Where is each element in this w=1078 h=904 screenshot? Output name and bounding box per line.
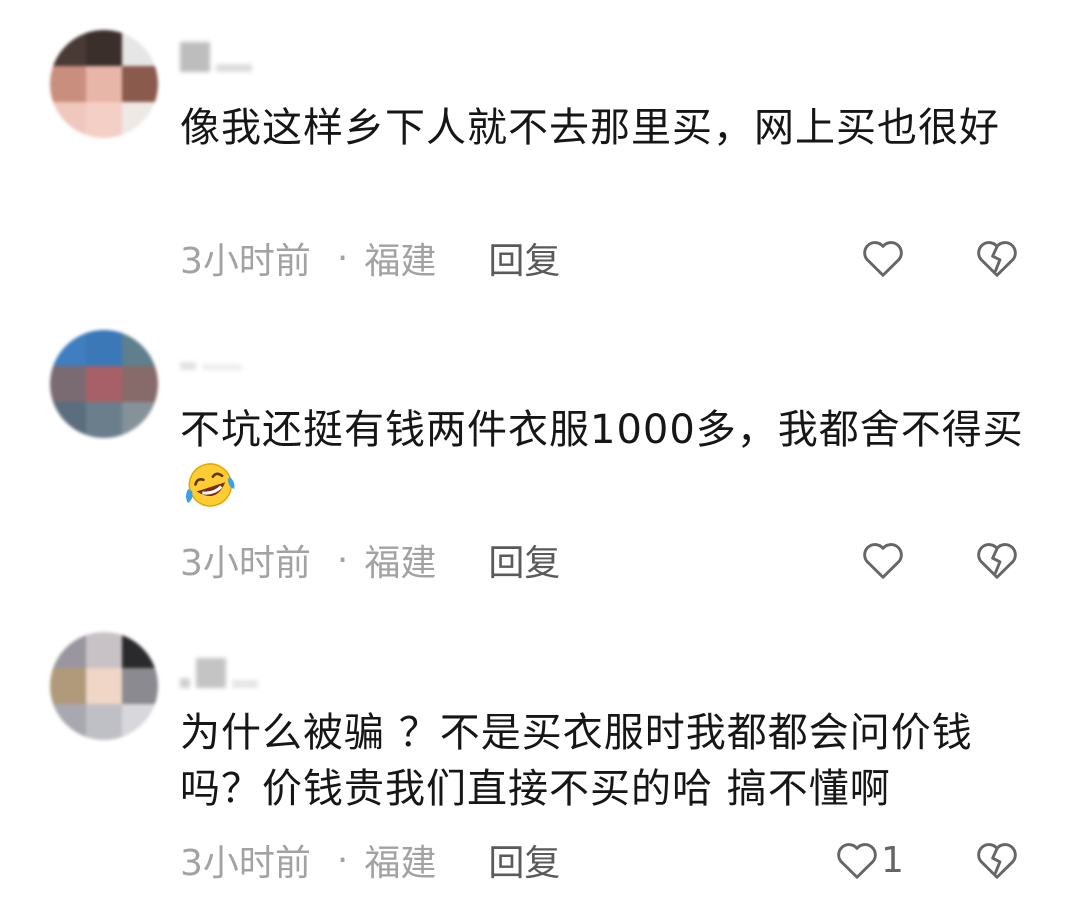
comment-meta: 3小时前 · 福建 回复: [180, 535, 560, 585]
broken-heart-outline-icon: [977, 543, 1017, 579]
comment-body: 为什么被骗 ？不是买衣服时我都都会问价钱吗？价钱贵我们直接不买的哈 搞不懂啊: [180, 710, 973, 812]
avatar[interactable]: [50, 632, 158, 740]
reply-button[interactable]: 回复: [488, 534, 560, 586]
avatar[interactable]: [50, 30, 158, 138]
broken-heart-outline-icon: [977, 843, 1017, 879]
comment-time: 3小时前: [180, 543, 311, 584]
avatar[interactable]: [50, 330, 158, 438]
broken-heart-outline-icon: [977, 241, 1017, 277]
comment-time: 3小时前: [180, 241, 311, 282]
comment-text: 像我这样乡下人就不去那里买，网上买也很好: [180, 100, 1030, 156]
comment-meta: 3小时前 · 福建 回复: [180, 233, 560, 283]
comment-location: 福建: [364, 543, 437, 584]
comment-time: 3小时前: [180, 843, 311, 884]
rolling-on-floor-laughing-emoji: [182, 459, 238, 524]
like-button[interactable]: 1: [835, 835, 904, 885]
reply-button[interactable]: 回复: [488, 232, 560, 284]
meta-separator: ·: [336, 237, 349, 279]
username-blurred[interactable]: [180, 648, 260, 688]
dislike-button[interactable]: [974, 535, 1020, 585]
comment-body: 像我这样乡下人就不去那里买，网上买也很好: [180, 105, 1000, 151]
comment-body: 不坑还挺有钱两件衣服1000多，我都舍不得买: [180, 407, 1024, 453]
comment-location: 福建: [364, 843, 437, 884]
comment-text: 为什么被骗 ？不是买衣服时我都都会问价钱吗？价钱贵我们直接不买的哈 搞不懂啊: [180, 705, 1030, 817]
comment-text: 不坑还挺有钱两件衣服1000多，我都舍不得买: [180, 402, 1030, 524]
username-blurred[interactable]: [180, 330, 260, 370]
dislike-button[interactable]: [974, 835, 1020, 885]
like-button[interactable]: [861, 535, 905, 585]
heart-outline-icon: [837, 843, 877, 879]
meta-separator: ·: [336, 839, 349, 881]
like-count: 1: [881, 839, 904, 881]
like-button[interactable]: [861, 233, 905, 283]
comment-location: 福建: [364, 241, 437, 282]
heart-outline-icon: [863, 241, 903, 277]
comment-meta: 3小时前 · 福建 回复: [180, 835, 560, 885]
heart-outline-icon: [863, 543, 903, 579]
username-blurred[interactable]: [180, 32, 260, 72]
reply-button[interactable]: 回复: [488, 834, 560, 886]
dislike-button[interactable]: [974, 233, 1020, 283]
meta-separator: ·: [336, 539, 349, 581]
